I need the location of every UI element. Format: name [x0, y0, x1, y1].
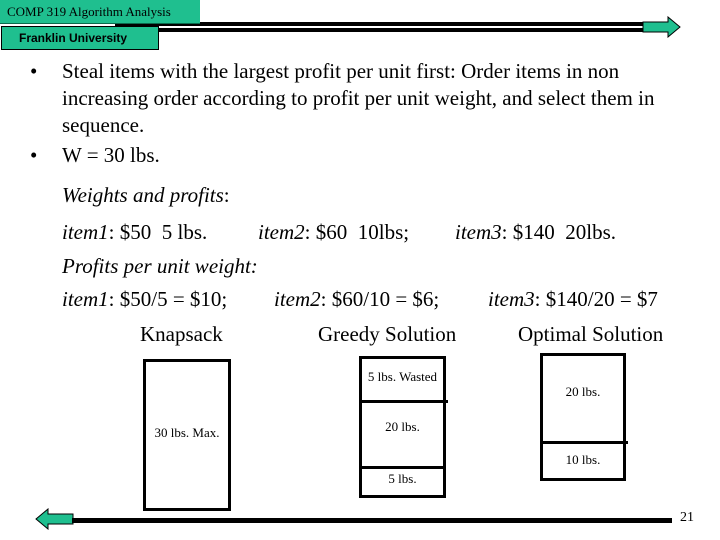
optimal-segment-item3: 20 lbs. — [565, 384, 601, 399]
greedy-segment-item1: 5 lbs. — [388, 471, 417, 486]
ppw-line: item3: $140/20 = $7 — [488, 287, 658, 311]
course-title: COMP 319 Algorithm Analysis — [0, 0, 200, 24]
knapsack-capacity-label: 30 lbs. Max. — [154, 425, 220, 440]
optimal-heading: Optimal Solution — [518, 322, 664, 346]
greedy-box: 5 lbs. Wasted 20 lbs. 5 lbs. — [359, 356, 446, 498]
greedy-segment-wasted: 5 lbs. Wasted — [367, 369, 438, 384]
knapsack-box: 30 lbs. Max. — [143, 359, 231, 511]
greedy-divider — [359, 400, 448, 403]
arrow-right-icon[interactable] — [642, 16, 682, 38]
greedy-heading: Greedy Solution — [318, 322, 457, 346]
page-number: 21 — [680, 510, 694, 525]
weights-line: item3: $140 20lbs. — [455, 220, 616, 244]
ppw-line: item1: $50/5 = $10; — [62, 287, 228, 311]
ppw-line: item2: $60/10 = $6; — [274, 287, 440, 311]
bullet-item: • W = 30 lbs. — [30, 143, 160, 167]
optimal-box: 20 lbs. 10 lbs. — [540, 353, 626, 481]
optimal-divider — [542, 441, 628, 444]
greedy-divider — [359, 466, 446, 469]
weights-line: item2: $60 10lbs; — [258, 220, 410, 244]
ppw-heading: Profits per unit weight: — [62, 254, 258, 278]
bullet-dot: • — [30, 59, 38, 83]
optimal-segment-item2: 10 lbs. — [565, 452, 601, 467]
weights-line: item1: $50 5 lbs. — [62, 220, 208, 244]
weights-heading: Weights and profits: — [62, 183, 230, 207]
arrow-left-icon[interactable] — [34, 508, 74, 530]
footer-rule — [72, 518, 672, 523]
bullet-dot: • — [30, 143, 38, 167]
greedy-segment-item3: 20 lbs. — [385, 419, 420, 434]
knapsack-heading: Knapsack — [140, 322, 223, 346]
university-name: Franklin University — [1, 26, 159, 50]
bullet-item: • Steal items with the largest profit pe… — [30, 59, 655, 137]
bullet-list: • Steal items with the largest profit pe… — [30, 58, 710, 172]
